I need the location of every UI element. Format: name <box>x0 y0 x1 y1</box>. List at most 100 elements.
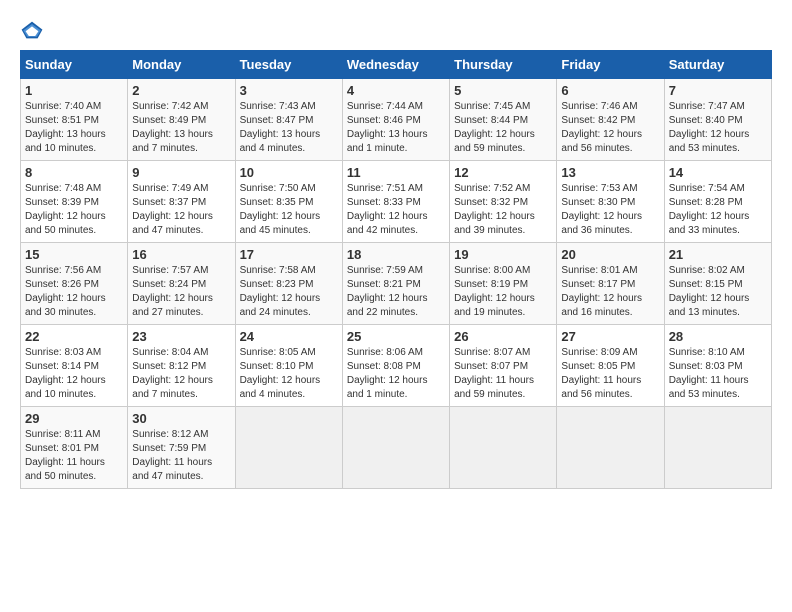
day-info: Sunrise: 8:06 AMSunset: 8:08 PMDaylight:… <box>347 347 428 400</box>
day-info: Sunrise: 8:02 AMSunset: 8:15 PMDaylight:… <box>669 265 750 318</box>
calendar-cell: 11 Sunrise: 7:51 AMSunset: 8:33 PMDaylig… <box>342 161 449 243</box>
day-number: 20 <box>561 247 659 262</box>
calendar-week-4: 22 Sunrise: 8:03 AMSunset: 8:14 PMDaylig… <box>21 325 772 407</box>
day-info: Sunrise: 8:11 AMSunset: 8:01 PMDaylight:… <box>25 429 105 482</box>
calendar-cell: 6 Sunrise: 7:46 AMSunset: 8:42 PMDayligh… <box>557 79 664 161</box>
calendar-cell: 28 Sunrise: 8:10 AMSunset: 8:03 PMDaylig… <box>664 325 771 407</box>
weekday-header-wednesday: Wednesday <box>342 51 449 79</box>
page-header <box>20 20 772 40</box>
day-info: Sunrise: 7:54 AMSunset: 8:28 PMDaylight:… <box>669 183 750 236</box>
day-number: 29 <box>25 411 123 426</box>
day-number: 24 <box>240 329 338 344</box>
calendar-cell: 27 Sunrise: 8:09 AMSunset: 8:05 PMDaylig… <box>557 325 664 407</box>
day-number: 12 <box>454 165 552 180</box>
day-number: 28 <box>669 329 767 344</box>
day-info: Sunrise: 7:47 AMSunset: 8:40 PMDaylight:… <box>669 101 750 154</box>
day-info: Sunrise: 7:43 AMSunset: 8:47 PMDaylight:… <box>240 101 321 154</box>
calendar-cell: 3 Sunrise: 7:43 AMSunset: 8:47 PMDayligh… <box>235 79 342 161</box>
day-info: Sunrise: 8:05 AMSunset: 8:10 PMDaylight:… <box>240 347 321 400</box>
weekday-header-sunday: Sunday <box>21 51 128 79</box>
calendar-week-5: 29 Sunrise: 8:11 AMSunset: 8:01 PMDaylig… <box>21 407 772 489</box>
calendar-body: 1 Sunrise: 7:40 AMSunset: 8:51 PMDayligh… <box>21 79 772 489</box>
day-info: Sunrise: 7:40 AMSunset: 8:51 PMDaylight:… <box>25 101 106 154</box>
calendar-cell: 17 Sunrise: 7:58 AMSunset: 8:23 PMDaylig… <box>235 243 342 325</box>
day-number: 16 <box>132 247 230 262</box>
day-info: Sunrise: 7:50 AMSunset: 8:35 PMDaylight:… <box>240 183 321 236</box>
day-info: Sunrise: 7:45 AMSunset: 8:44 PMDaylight:… <box>454 101 535 154</box>
day-info: Sunrise: 7:53 AMSunset: 8:30 PMDaylight:… <box>561 183 642 236</box>
day-info: Sunrise: 8:10 AMSunset: 8:03 PMDaylight:… <box>669 347 749 400</box>
day-info: Sunrise: 7:46 AMSunset: 8:42 PMDaylight:… <box>561 101 642 154</box>
weekday-header-saturday: Saturday <box>664 51 771 79</box>
calendar-cell: 23 Sunrise: 8:04 AMSunset: 8:12 PMDaylig… <box>128 325 235 407</box>
calendar-week-1: 1 Sunrise: 7:40 AMSunset: 8:51 PMDayligh… <box>21 79 772 161</box>
day-info: Sunrise: 8:12 AMSunset: 7:59 PMDaylight:… <box>132 429 212 482</box>
generalblue-logo-icon <box>20 20 44 40</box>
calendar-cell: 10 Sunrise: 7:50 AMSunset: 8:35 PMDaylig… <box>235 161 342 243</box>
calendar-cell: 18 Sunrise: 7:59 AMSunset: 8:21 PMDaylig… <box>342 243 449 325</box>
day-info: Sunrise: 8:00 AMSunset: 8:19 PMDaylight:… <box>454 265 535 318</box>
weekday-header-row: SundayMondayTuesdayWednesdayThursdayFrid… <box>21 51 772 79</box>
day-info: Sunrise: 7:48 AMSunset: 8:39 PMDaylight:… <box>25 183 106 236</box>
day-number: 9 <box>132 165 230 180</box>
day-number: 13 <box>561 165 659 180</box>
day-info: Sunrise: 8:01 AMSunset: 8:17 PMDaylight:… <box>561 265 642 318</box>
day-number: 5 <box>454 83 552 98</box>
calendar-cell: 13 Sunrise: 7:53 AMSunset: 8:30 PMDaylig… <box>557 161 664 243</box>
calendar-cell: 12 Sunrise: 7:52 AMSunset: 8:32 PMDaylig… <box>450 161 557 243</box>
day-info: Sunrise: 8:07 AMSunset: 8:07 PMDaylight:… <box>454 347 534 400</box>
day-number: 15 <box>25 247 123 262</box>
calendar-cell <box>235 407 342 489</box>
calendar-cell: 25 Sunrise: 8:06 AMSunset: 8:08 PMDaylig… <box>342 325 449 407</box>
calendar-cell: 20 Sunrise: 8:01 AMSunset: 8:17 PMDaylig… <box>557 243 664 325</box>
calendar-week-3: 15 Sunrise: 7:56 AMSunset: 8:26 PMDaylig… <box>21 243 772 325</box>
day-info: Sunrise: 8:03 AMSunset: 8:14 PMDaylight:… <box>25 347 106 400</box>
day-number: 17 <box>240 247 338 262</box>
day-number: 25 <box>347 329 445 344</box>
calendar-cell: 5 Sunrise: 7:45 AMSunset: 8:44 PMDayligh… <box>450 79 557 161</box>
calendar-cell: 22 Sunrise: 8:03 AMSunset: 8:14 PMDaylig… <box>21 325 128 407</box>
calendar-cell <box>342 407 449 489</box>
day-number: 6 <box>561 83 659 98</box>
day-info: Sunrise: 7:52 AMSunset: 8:32 PMDaylight:… <box>454 183 535 236</box>
day-number: 7 <box>669 83 767 98</box>
day-info: Sunrise: 7:44 AMSunset: 8:46 PMDaylight:… <box>347 101 428 154</box>
day-number: 1 <box>25 83 123 98</box>
calendar-cell <box>557 407 664 489</box>
logo <box>20 20 48 40</box>
calendar-cell: 16 Sunrise: 7:57 AMSunset: 8:24 PMDaylig… <box>128 243 235 325</box>
day-number: 3 <box>240 83 338 98</box>
day-info: Sunrise: 7:56 AMSunset: 8:26 PMDaylight:… <box>25 265 106 318</box>
day-number: 4 <box>347 83 445 98</box>
calendar-cell: 26 Sunrise: 8:07 AMSunset: 8:07 PMDaylig… <box>450 325 557 407</box>
day-number: 30 <box>132 411 230 426</box>
weekday-header-monday: Monday <box>128 51 235 79</box>
calendar-cell: 1 Sunrise: 7:40 AMSunset: 8:51 PMDayligh… <box>21 79 128 161</box>
calendar-cell: 2 Sunrise: 7:42 AMSunset: 8:49 PMDayligh… <box>128 79 235 161</box>
weekday-header-friday: Friday <box>557 51 664 79</box>
day-number: 10 <box>240 165 338 180</box>
calendar-cell: 9 Sunrise: 7:49 AMSunset: 8:37 PMDayligh… <box>128 161 235 243</box>
calendar-cell: 21 Sunrise: 8:02 AMSunset: 8:15 PMDaylig… <box>664 243 771 325</box>
day-info: Sunrise: 7:57 AMSunset: 8:24 PMDaylight:… <box>132 265 213 318</box>
calendar-cell: 14 Sunrise: 7:54 AMSunset: 8:28 PMDaylig… <box>664 161 771 243</box>
day-info: Sunrise: 7:51 AMSunset: 8:33 PMDaylight:… <box>347 183 428 236</box>
day-number: 26 <box>454 329 552 344</box>
calendar-cell: 29 Sunrise: 8:11 AMSunset: 8:01 PMDaylig… <box>21 407 128 489</box>
day-number: 27 <box>561 329 659 344</box>
day-info: Sunrise: 8:09 AMSunset: 8:05 PMDaylight:… <box>561 347 641 400</box>
day-info: Sunrise: 7:59 AMSunset: 8:21 PMDaylight:… <box>347 265 428 318</box>
day-number: 18 <box>347 247 445 262</box>
calendar-cell: 15 Sunrise: 7:56 AMSunset: 8:26 PMDaylig… <box>21 243 128 325</box>
calendar-cell <box>664 407 771 489</box>
calendar-cell: 4 Sunrise: 7:44 AMSunset: 8:46 PMDayligh… <box>342 79 449 161</box>
weekday-header-thursday: Thursday <box>450 51 557 79</box>
day-number: 23 <box>132 329 230 344</box>
day-number: 11 <box>347 165 445 180</box>
day-info: Sunrise: 7:42 AMSunset: 8:49 PMDaylight:… <box>132 101 213 154</box>
calendar-table: SundayMondayTuesdayWednesdayThursdayFrid… <box>20 50 772 489</box>
day-number: 21 <box>669 247 767 262</box>
day-number: 2 <box>132 83 230 98</box>
day-info: Sunrise: 7:58 AMSunset: 8:23 PMDaylight:… <box>240 265 321 318</box>
day-number: 19 <box>454 247 552 262</box>
